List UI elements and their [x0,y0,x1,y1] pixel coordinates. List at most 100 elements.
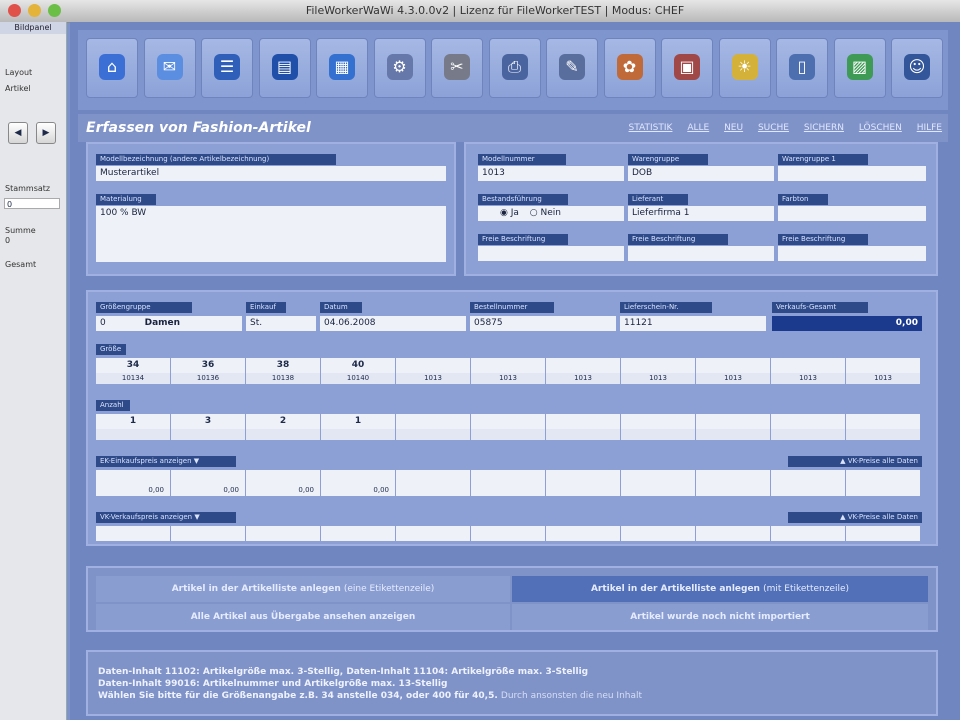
minimize-window-button[interactable] [28,4,41,17]
vk-input-cell[interactable] [396,526,471,541]
quantity-cell[interactable] [621,414,696,429]
toolbar-button-edit[interactable]: ✎ [546,38,598,98]
toolbar-button-home[interactable]: ⌂ [86,38,138,98]
size-cell[interactable]: 36 [171,358,246,373]
radio-no-icon[interactable]: ○ [530,208,538,218]
toolbar-button-palette[interactable]: ✿ [603,38,656,98]
size-cell[interactable] [696,358,771,373]
price-input-cell[interactable] [321,470,396,485]
quantity-cell[interactable] [546,414,621,429]
price-input-cell[interactable] [546,470,621,485]
einkauf-field[interactable]: St. [246,316,316,331]
vk-input-cell[interactable] [246,526,321,541]
size-cell[interactable] [771,358,846,373]
price-input-cell[interactable] [396,470,471,485]
vk-input-cell[interactable] [621,526,696,541]
link-alle[interactable]: ALLE [687,123,709,133]
quantity-secondary-cell[interactable] [846,429,921,440]
size-cell[interactable]: 34 [96,358,171,373]
groessengruppe-field[interactable]: 0 Damen [96,316,242,331]
vk-input-cell[interactable] [171,526,246,541]
modellnummer-field[interactable]: 1013 [478,166,624,181]
toolbar-button-book[interactable]: ▤ [258,38,311,98]
vk-input-cell[interactable] [471,526,546,541]
stammsatz-field[interactable]: 0 [4,198,60,209]
lieferant-field[interactable]: Lieferfirma 1 [628,206,774,221]
bestellnummer-field[interactable]: 05875 [470,316,616,331]
create-all-button[interactable]: Artikel in der Artikelliste anlegen (mit… [512,576,928,602]
quantity-secondary-cell[interactable] [321,429,396,440]
toolbar-button-document[interactable]: ▯ [776,38,828,98]
ek-price-label[interactable]: EK-Einkaufspreis anzeigen ▼ [96,456,236,467]
price-input-cell[interactable] [471,470,546,485]
quantity-secondary-cell[interactable] [396,429,471,440]
vk-all-label-1[interactable]: ▲ VK-Preise alle Daten [788,456,922,467]
quantity-secondary-cell[interactable] [771,429,846,440]
toolbar-button-bulb[interactable]: ☀ [718,38,771,98]
quantity-secondary-cell[interactable] [171,429,246,440]
quantity-cell[interactable] [696,414,771,429]
link-hilfe[interactable]: HILFE [917,123,942,133]
link-suche[interactable]: SUCHE [758,123,789,133]
free-field-2[interactable] [628,246,774,261]
quantity-secondary-cell[interactable] [696,429,771,440]
create-single-button[interactable]: Artikel in der Artikelliste anlegen (ein… [96,576,510,602]
close-window-button[interactable] [8,4,21,17]
warengruppe1-field[interactable] [778,166,926,181]
toolbar-button-image[interactable]: ▨ [833,38,886,98]
vk-input-cell[interactable] [96,526,171,541]
link-statistik[interactable]: STATISTIK [629,123,673,133]
toolbar-button-users[interactable]: ☺ [891,38,943,98]
price-input-cell[interactable] [246,470,321,485]
link-sichern[interactable]: SICHERN [804,123,844,133]
link-neu[interactable]: NEU [724,123,743,133]
vk-price-label[interactable]: VK-Verkaufspreis anzeigen ▼ [96,512,236,523]
quantity-secondary-cell[interactable] [621,429,696,440]
size-cell[interactable]: 40 [321,358,396,373]
model-name-field[interactable]: Musterartikel [96,166,446,181]
toolbar-button-gear[interactable]: ⚙ [373,38,426,98]
price-input-cell[interactable] [846,470,921,485]
material-field[interactable]: 100 % BW [96,206,446,262]
farbton-field[interactable] [778,206,926,221]
vk-all-label-2[interactable]: ▲ VK-Preise alle Daten [788,512,922,523]
quantity-cell[interactable] [846,414,921,429]
toolbar-button-box[interactable]: ▣ [661,38,713,98]
size-cell[interactable] [621,358,696,373]
quantity-secondary-cell[interactable] [96,429,171,440]
next-record-button[interactable]: ▶ [36,122,56,144]
quantity-cell[interactable]: 3 [171,414,246,429]
quantity-secondary-cell[interactable] [471,429,546,440]
warengruppe-field[interactable]: DOB [628,166,774,181]
quantity-cell[interactable]: 1 [96,414,171,429]
quantity-secondary-cell[interactable] [546,429,621,440]
vk-input-cell[interactable] [546,526,621,541]
price-input-cell[interactable] [696,470,771,485]
toolbar-button-tools[interactable]: ✂ [431,38,483,98]
toolbar-button-list[interactable]: ▦ [316,38,368,98]
vk-input-cell[interactable] [846,526,921,541]
free-field-1[interactable] [478,246,624,261]
quantity-secondary-cell[interactable] [246,429,321,440]
prev-record-button[interactable]: ◀ [8,122,28,144]
quantity-cell[interactable]: 1 [321,414,396,429]
radio-yes-icon[interactable]: ◉ [500,208,508,218]
link-loeschen[interactable]: LÖSCHEN [859,123,902,133]
size-cell[interactable] [546,358,621,373]
zoom-window-button[interactable] [48,4,61,17]
toolbar-button-printer[interactable]: ⎙ [488,38,541,98]
size-cell[interactable]: 38 [246,358,321,373]
show-transfer-button[interactable]: Alle Artikel aus Übergabe ansehen anzeig… [96,604,510,630]
vk-input-cell[interactable] [696,526,771,541]
vk-input-cell[interactable] [771,526,846,541]
size-cell[interactable] [396,358,471,373]
free-field-3[interactable] [778,246,926,261]
price-input-cell[interactable] [171,470,246,485]
quantity-cell[interactable]: 2 [246,414,321,429]
quantity-cell[interactable] [771,414,846,429]
quantity-cell[interactable] [471,414,546,429]
quantity-cell[interactable] [396,414,471,429]
toolbar-button-chat[interactable]: ✉ [143,38,196,98]
price-input-cell[interactable] [771,470,846,485]
vk-input-cell[interactable] [321,526,396,541]
